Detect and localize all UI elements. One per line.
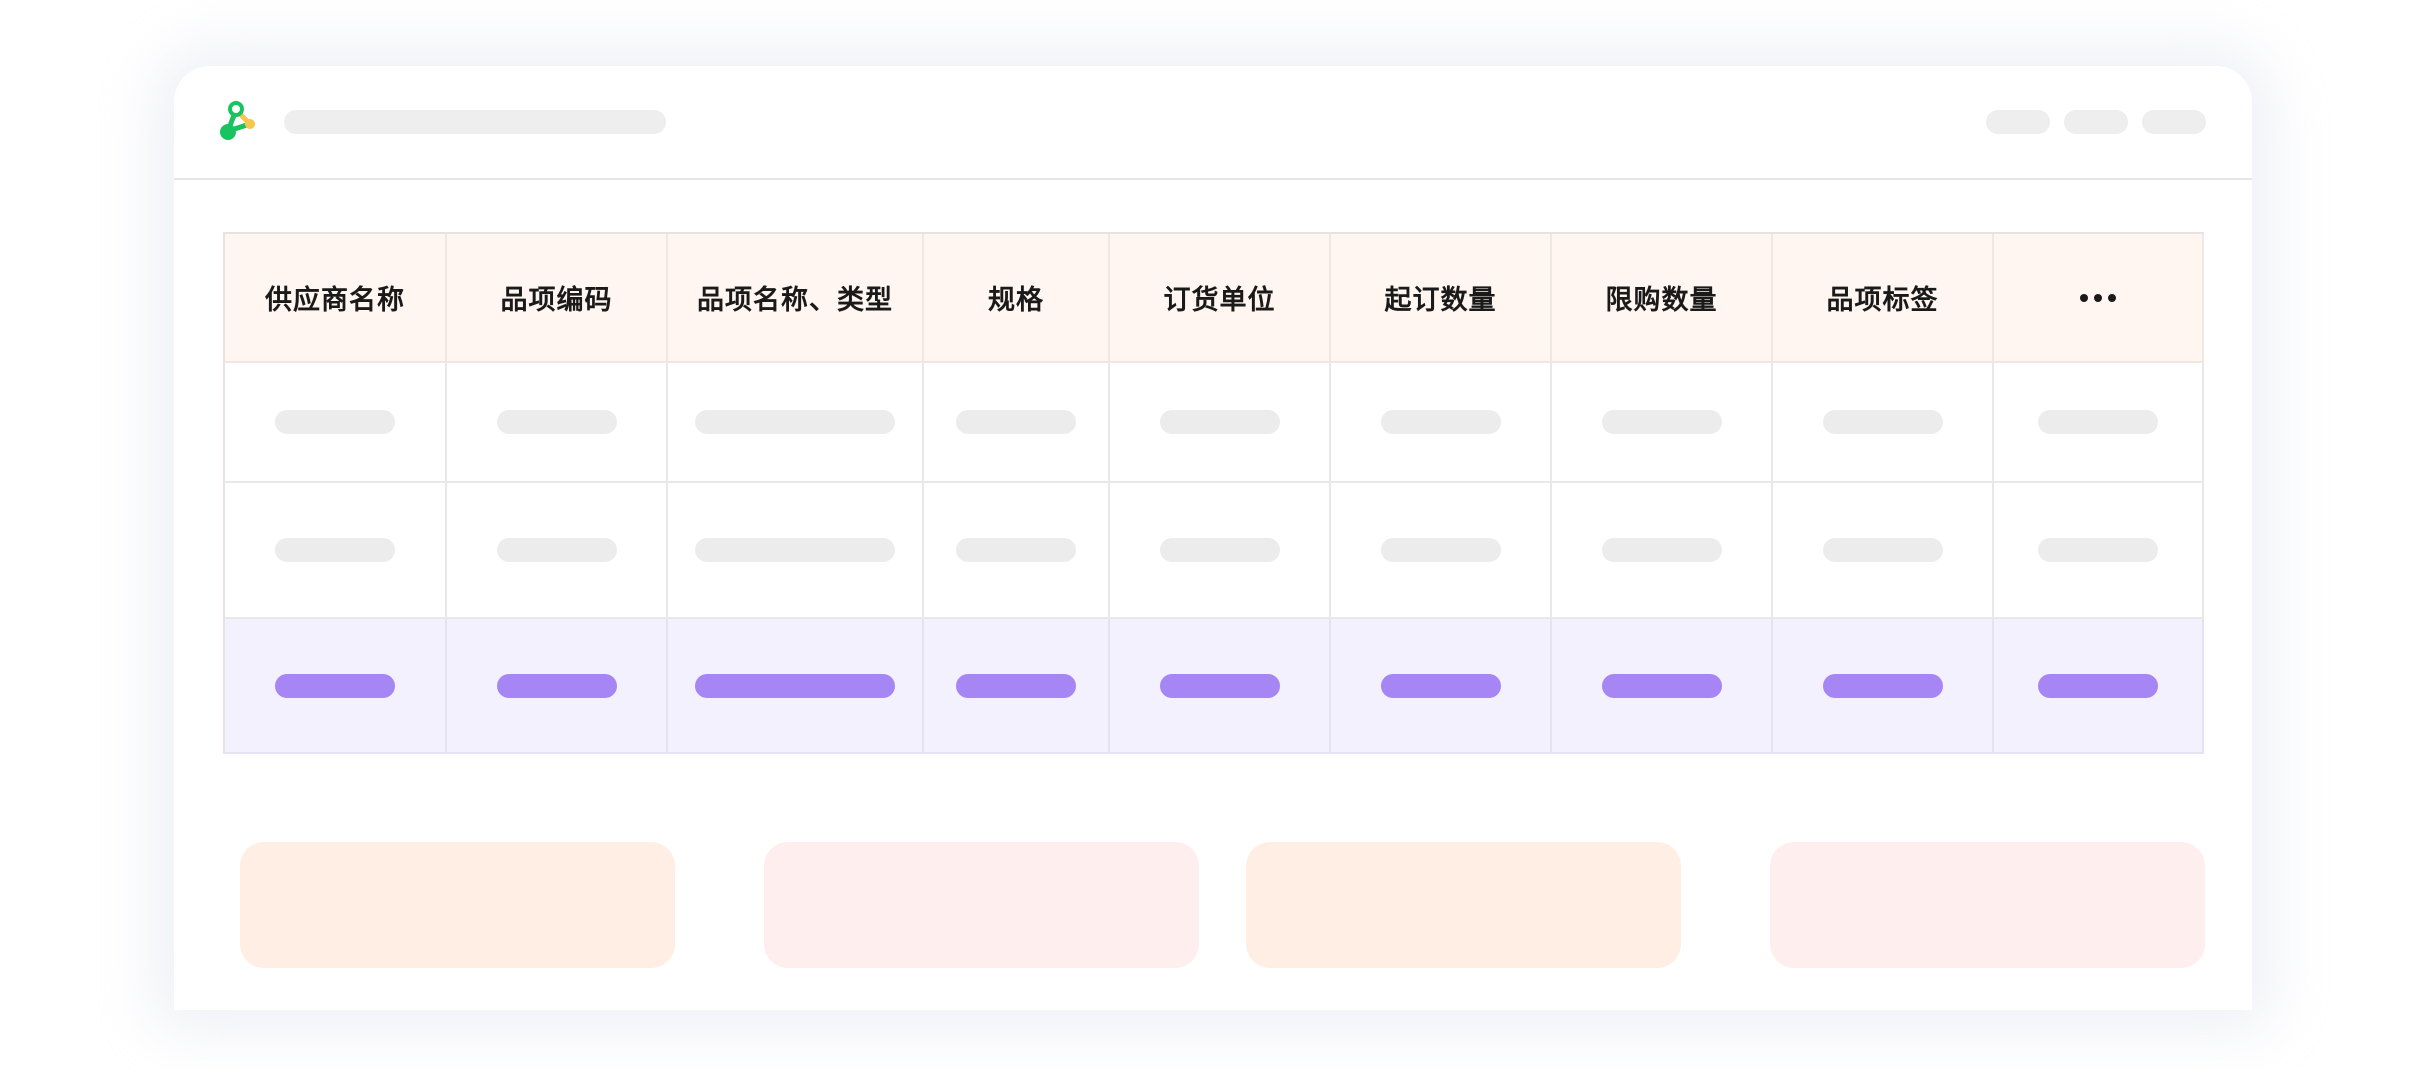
table-cell [1994,619,2204,754]
table-cell [668,483,924,619]
column-header-label: 订货单位 [1163,285,1276,316]
table-cell [1994,363,2204,483]
window-title-placeholder [284,110,666,134]
cell-placeholder-highlighted [956,673,1076,698]
table-row[interactable] [225,363,2204,483]
cell-placeholder [275,538,395,562]
window-control-placeholder[interactable] [2064,110,2128,134]
table-cell [1110,363,1331,483]
table-row-selected[interactable] [225,619,2204,754]
table-cell [668,363,924,483]
table-cell [1110,619,1331,754]
cell-placeholder [1159,538,1280,562]
cell-placeholder-highlighted [496,673,617,698]
column-header-supplier[interactable]: 供应商名称 [225,234,447,363]
more-horizontal-icon[interactable] [2080,293,2116,302]
table-cell [1552,483,1773,619]
table-cell [1331,483,1552,619]
cell-placeholder-highlighted [275,673,395,698]
summary-card[interactable] [240,842,675,968]
table-cell [225,483,447,619]
cell-placeholder [956,410,1076,434]
column-header-more[interactable] [1994,234,2204,363]
table-cell [924,619,1110,754]
column-header-purchase-limit[interactable]: 限购数量 [1552,234,1773,363]
cell-placeholder [2038,538,2158,562]
table-cell [1773,619,1994,754]
table-cell [668,619,924,754]
table-header-row: 供应商名称 品项编码 品项名称、类型 规格 订货单位 起订数量 限购数量 品项标… [225,234,2204,363]
cell-placeholder-highlighted [695,673,895,698]
table-cell [1110,483,1331,619]
column-header-item-tags[interactable]: 品项标签 [1773,234,1994,363]
table-cell [1994,483,2204,619]
column-header-label: 起订数量 [1384,285,1497,316]
cell-placeholder [275,410,395,434]
column-header-label: 限购数量 [1605,285,1718,316]
column-header-label: 品项标签 [1826,285,1939,316]
cell-placeholder [1159,410,1280,434]
cell-placeholder [496,410,617,434]
column-header-min-order-qty[interactable]: 起订数量 [1331,234,1552,363]
cell-placeholder-highlighted [1159,673,1280,698]
table-cell [225,619,447,754]
cell-placeholder [2038,410,2158,434]
cell-placeholder [956,538,1076,562]
table-cell [225,363,447,483]
title-bar [174,66,2252,180]
table-cell [1331,363,1552,483]
cell-placeholder [695,410,895,434]
column-header-spec[interactable]: 规格 [924,234,1110,363]
cell-placeholder-highlighted [1380,673,1501,698]
table-cell [1331,619,1552,754]
table-cell [447,363,668,483]
column-header-label: 品项名称、类型 [697,285,893,316]
summary-card[interactable] [764,842,1199,968]
cell-placeholder [1601,410,1722,434]
column-header-label: 供应商名称 [265,285,405,316]
column-header-item-name-type[interactable]: 品项名称、类型 [668,234,924,363]
table-cell [447,483,668,619]
table-cell [924,363,1110,483]
column-header-label: 品项编码 [500,285,613,316]
cell-placeholder [1380,538,1501,562]
cell-placeholder-highlighted [2038,673,2158,698]
summary-card[interactable] [1246,842,1681,968]
table-cell [1773,483,1994,619]
table-row[interactable] [225,483,2204,619]
window-control-placeholder[interactable] [2142,110,2206,134]
column-header-order-unit[interactable]: 订货单位 [1110,234,1331,363]
cell-placeholder [1822,410,1943,434]
table-cell [1552,619,1773,754]
cell-placeholder [695,538,895,562]
window-control-placeholder[interactable] [1986,110,2050,134]
cell-placeholder [1380,410,1501,434]
summary-card[interactable] [1770,842,2205,968]
app-logo-icon [218,100,260,142]
column-header-item-code[interactable]: 品项编码 [447,234,668,363]
app-window: 供应商名称 品项编码 品项名称、类型 规格 订货单位 起订数量 限购数量 品项标… [174,66,2252,1010]
table-cell [1552,363,1773,483]
table-cell [1773,363,1994,483]
table-cell [924,483,1110,619]
cell-placeholder [1601,538,1722,562]
cell-placeholder [1822,538,1943,562]
cell-placeholder-highlighted [1601,673,1722,698]
table-cell [447,619,668,754]
cell-placeholder-highlighted [1822,673,1943,698]
items-table: 供应商名称 品项编码 品项名称、类型 规格 订货单位 起订数量 限购数量 品项标… [223,232,2204,754]
column-header-label: 规格 [988,285,1044,316]
cell-placeholder [496,538,617,562]
